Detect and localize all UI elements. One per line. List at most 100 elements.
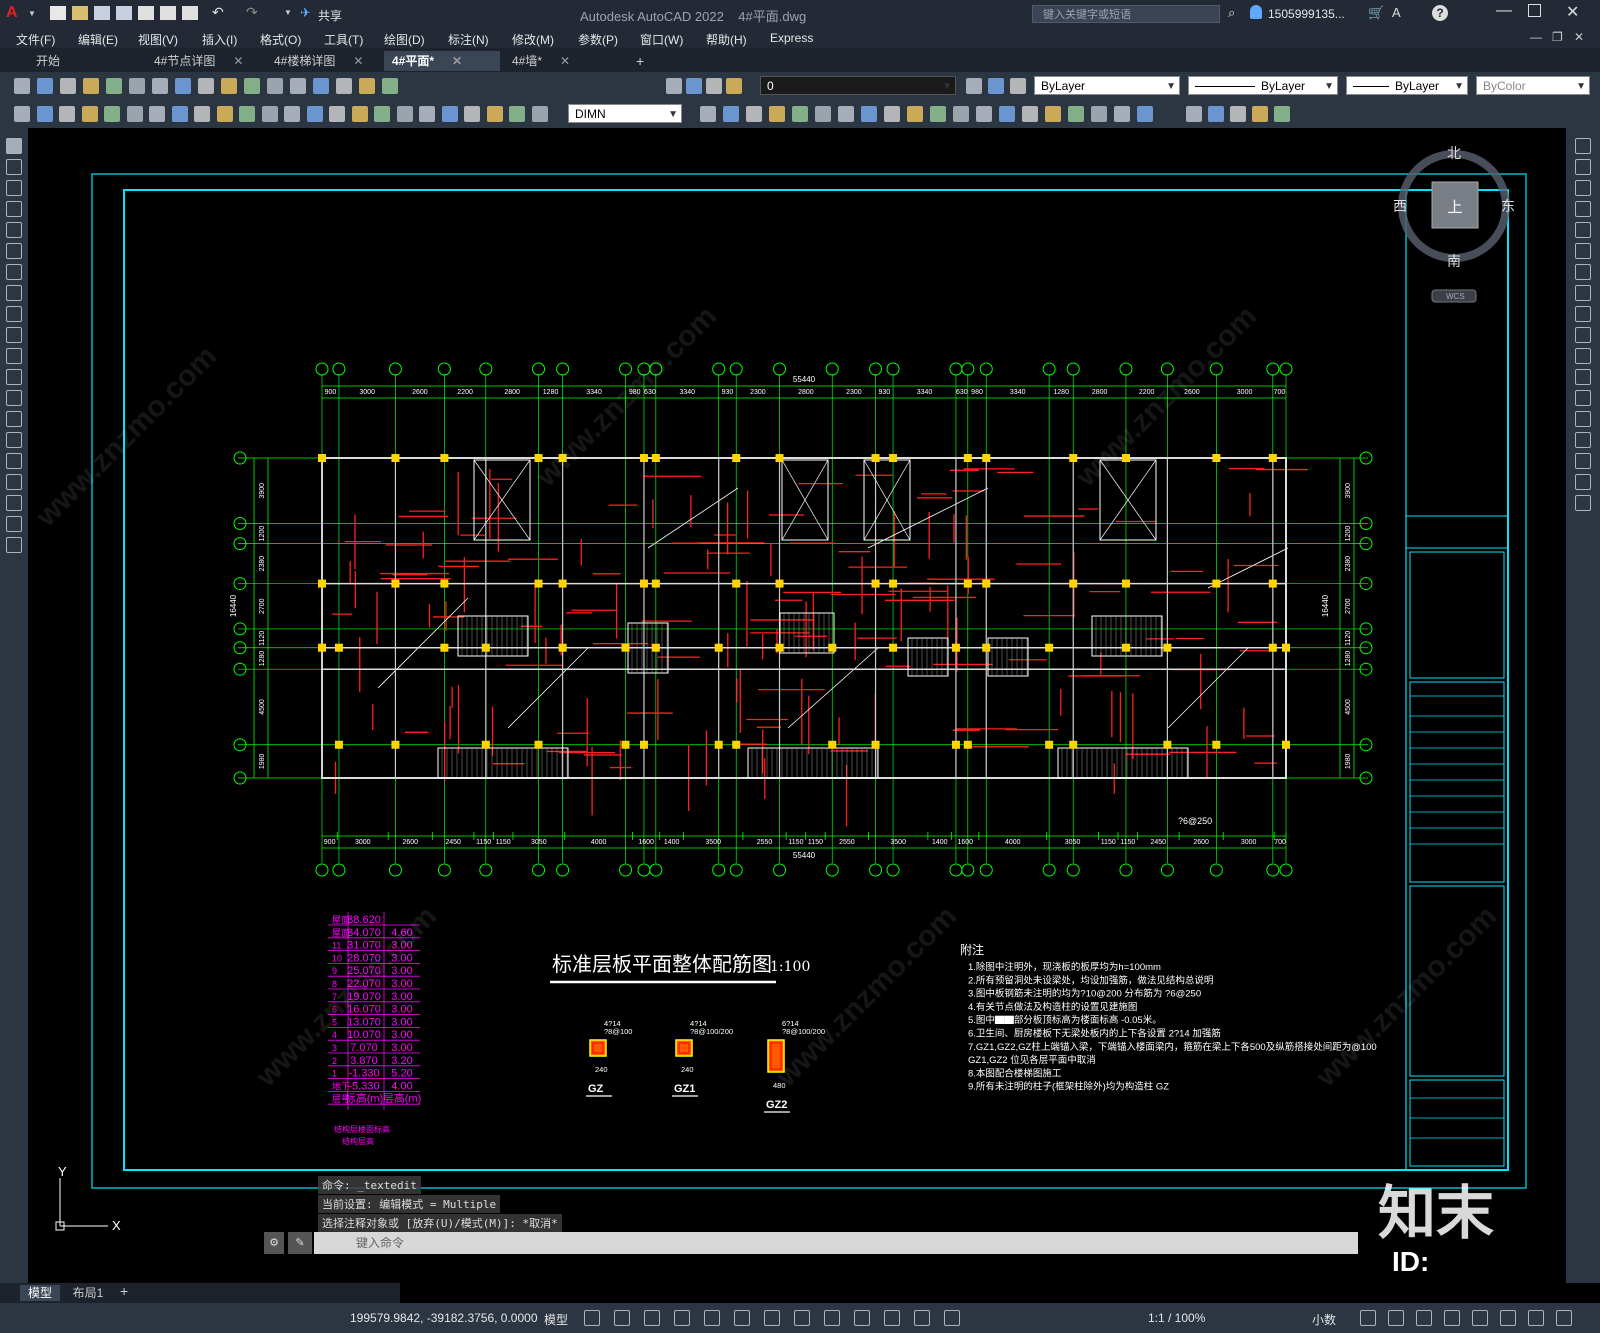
menu-express[interactable]: Express	[770, 31, 813, 45]
draw-tool-icon[interactable]	[6, 432, 22, 448]
dim-tool-icon[interactable]	[306, 106, 323, 122]
user-icon[interactable]	[1250, 5, 1262, 19]
save-as-icon[interactable]	[116, 6, 132, 20]
standard-tool-icon[interactable]	[290, 78, 306, 94]
share-icon[interactable]: ✈	[300, 5, 311, 21]
draw-tool-icon[interactable]	[6, 474, 22, 490]
draw-tool-icon[interactable]	[6, 243, 22, 259]
tab-start[interactable]: 开始	[28, 51, 154, 71]
dim-tool-icon[interactable]	[81, 106, 98, 122]
draw-tool-icon[interactable]	[6, 201, 22, 217]
standard-tool-icon[interactable]	[267, 78, 283, 94]
dim-tool-icon[interactable]	[149, 106, 165, 122]
layer-tool-icon[interactable]	[706, 78, 722, 94]
undo-icon[interactable]: ↶	[212, 4, 224, 21]
dim-tool-icon[interactable]	[464, 106, 480, 122]
tab-close-icon[interactable]: ✕	[452, 54, 462, 68]
misc-tool-icon[interactable]	[1230, 106, 1246, 122]
modify-tool-icon[interactable]	[1114, 106, 1130, 122]
coordinates-readout[interactable]: 199579.9842, -39182.3756, 0.0000	[350, 1311, 538, 1325]
dim-tool-icon[interactable]	[419, 106, 435, 122]
standard-tool-icon[interactable]	[175, 78, 191, 94]
close-icon[interactable]: ✕	[1566, 2, 1579, 22]
menu-modify[interactable]: 修改(M)	[512, 31, 554, 48]
modify-tool-icon[interactable]	[1575, 201, 1591, 217]
user-name[interactable]: 1505999135...	[1268, 7, 1345, 21]
dim-tool-icon[interactable]	[14, 106, 30, 122]
dim-tool-icon[interactable]	[509, 106, 525, 122]
status-toggle-icon[interactable]	[704, 1310, 720, 1326]
standard-tool-icon[interactable]	[313, 78, 329, 94]
modify-tool-icon[interactable]	[861, 106, 877, 122]
modify-tool-icon[interactable]	[1068, 106, 1084, 122]
search-icon[interactable]: ⌕	[1228, 5, 1235, 21]
dim-tool-icon[interactable]	[351, 106, 368, 122]
color-dropdown[interactable]: ByLayer ▼	[1034, 76, 1180, 95]
modify-tool-icon[interactable]	[1575, 369, 1591, 385]
modify-tool-icon[interactable]	[1575, 327, 1591, 343]
draw-tool-icon[interactable]	[6, 306, 22, 322]
compass-west[interactable]: 西	[1393, 198, 1407, 214]
modify-tool-icon[interactable]	[884, 106, 900, 122]
doc-close-icon[interactable]: ✕	[1574, 30, 1584, 44]
status-tool-icon[interactable]	[1416, 1310, 1432, 1326]
doc-minimize-icon[interactable]: —	[1530, 30, 1542, 44]
dim-tool-icon[interactable]	[239, 106, 255, 122]
layer-tool-icon[interactable]	[726, 78, 742, 94]
draw-tool-icon[interactable]	[6, 327, 22, 343]
standard-tool-icon[interactable]	[221, 78, 237, 94]
draw-tool-icon[interactable]	[6, 537, 22, 553]
search-box[interactable]: 键入关键字或短语	[1032, 5, 1220, 23]
command-settings-icon[interactable]: ⚙	[264, 1232, 284, 1254]
misc-tool-icon[interactable]	[1274, 106, 1290, 122]
modify-tool-icon[interactable]	[1575, 474, 1591, 490]
draw-tool-icon[interactable]	[6, 411, 22, 427]
standard-tool-icon[interactable]	[83, 78, 99, 94]
draw-tool-icon[interactable]	[6, 222, 22, 238]
draw-tool-icon[interactable]	[6, 369, 22, 385]
dim-tool-icon[interactable]	[36, 106, 53, 122]
new-file-icon[interactable]	[50, 6, 66, 20]
menu-help[interactable]: 帮助(H)	[706, 31, 747, 48]
layer-dropdown[interactable]: 0 ▼	[760, 76, 956, 95]
maximize-icon[interactable]	[1528, 4, 1541, 17]
new-tab-button[interactable]: +	[628, 51, 658, 71]
layer-state-tool-icon[interactable]	[966, 78, 982, 94]
modify-tool-icon[interactable]	[1091, 106, 1107, 122]
share-button[interactable]: 共享	[318, 7, 342, 24]
help-icon[interactable]: ?	[1432, 5, 1448, 21]
status-toggle-icon[interactable]	[644, 1310, 660, 1326]
tab-wall[interactable]: 4#墙* ✕	[504, 51, 620, 71]
tab-close-icon[interactable]: ✕	[233, 54, 243, 68]
dim-tool-icon[interactable]	[329, 106, 345, 122]
modify-tool-icon[interactable]	[1575, 432, 1591, 448]
compass-north[interactable]: 北	[1447, 145, 1461, 161]
dim-tool-icon[interactable]	[261, 106, 278, 122]
command-wrench-icon[interactable]: ✎	[288, 1232, 312, 1254]
status-tool-icon[interactable]	[1472, 1310, 1488, 1326]
standard-tool-icon[interactable]	[382, 78, 398, 94]
menu-window[interactable]: 窗口(W)	[640, 31, 683, 48]
draw-tool-icon[interactable]	[6, 159, 22, 175]
dim-tool-icon[interactable]	[59, 106, 75, 122]
draw-tool-icon[interactable]	[6, 348, 22, 364]
modify-tool-icon[interactable]	[838, 106, 854, 122]
draw-tool-icon[interactable]	[6, 285, 22, 301]
dim-tool-icon[interactable]	[531, 106, 548, 122]
dim-tool-icon[interactable]	[194, 106, 210, 122]
lineweight-dropdown[interactable]: ByLayer ▼	[1346, 76, 1468, 95]
standard-tool-icon[interactable]	[359, 78, 375, 94]
modify-tool-icon[interactable]	[769, 106, 785, 122]
menu-tools[interactable]: 工具(T)	[324, 31, 363, 48]
annotation-scale[interactable]: 1:1 / 100%	[1148, 1311, 1205, 1325]
dimstyle-dropdown[interactable]: DIMN ▼	[568, 104, 682, 123]
modify-tool-icon[interactable]	[723, 106, 739, 122]
status-tool-icon[interactable]	[1388, 1310, 1404, 1326]
status-toggle-icon[interactable]	[614, 1310, 630, 1326]
linetype-dropdown[interactable]: ByLayer ▼	[1188, 76, 1338, 95]
status-tool-icon[interactable]	[1444, 1310, 1460, 1326]
doc-restore-icon[interactable]: ❐	[1552, 30, 1563, 44]
status-toggle-icon[interactable]	[854, 1310, 870, 1326]
status-tool-icon[interactable]	[1528, 1310, 1544, 1326]
status-toggle-icon[interactable]	[914, 1310, 930, 1326]
